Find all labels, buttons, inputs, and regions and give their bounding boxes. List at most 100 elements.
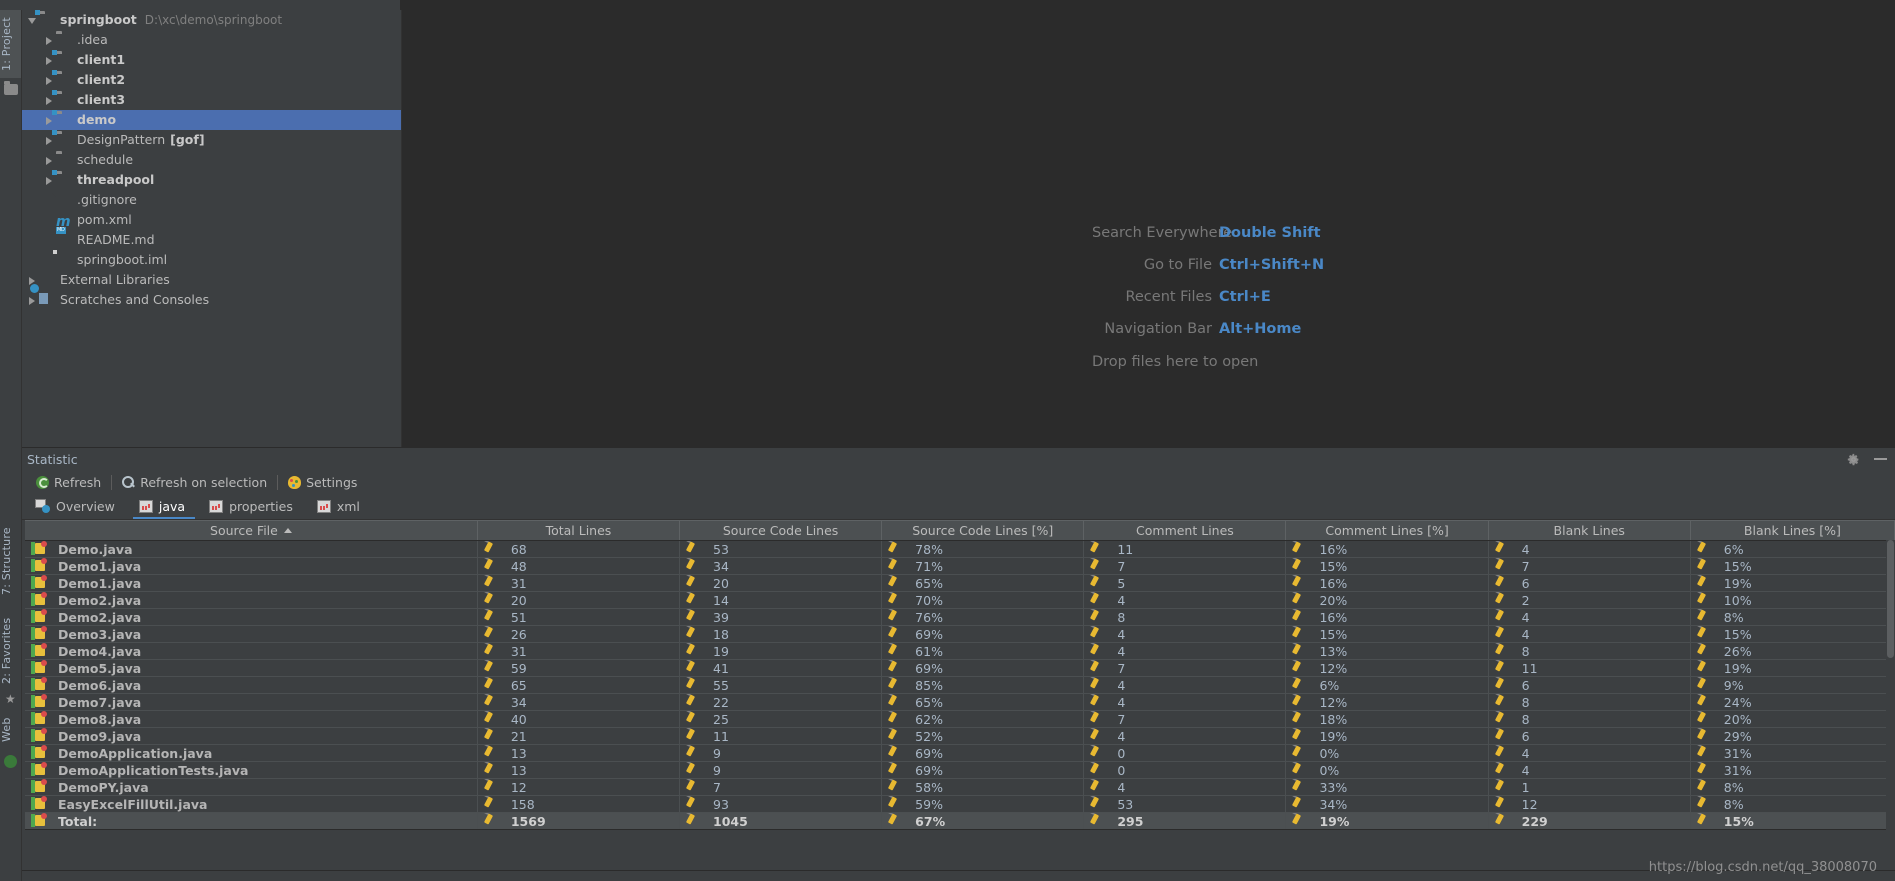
sidebar-item-structure[interactable]: 7: Structure (0, 522, 21, 600)
project-tree[interactable]: springboot D:\xc\demo\springboot .idea clie… (22, 10, 401, 310)
tree-item[interactable]: threadpool (22, 170, 401, 190)
table-vertical-scrollbar[interactable] (1886, 540, 1895, 848)
table-row[interactable]: Demo4.java 31 19 61% 4 13% 8 26% (25, 642, 1895, 660)
pencil-icon (1495, 728, 1511, 744)
table-row[interactable]: DemoPY.java 12 7 58% 4 33% 1 8% (25, 778, 1895, 796)
pencil-icon (1495, 796, 1511, 812)
statistic-refresh-on-selection-button[interactable]: Refresh on selection (113, 472, 276, 494)
gear-icon[interactable] (1847, 453, 1860, 466)
column-header-source-code-lines[interactable]: Source Code Lines [%] (881, 520, 1085, 541)
column-header-source-file[interactable]: Source File (25, 520, 478, 541)
project-folder-icon (4, 81, 18, 95)
tree-item[interactable]: client3 (22, 90, 401, 110)
table-row[interactable]: DemoApplication.java 13 9 69% 0 0% 4 31% (25, 744, 1895, 762)
tree-item[interactable]: springboot.iml (22, 250, 401, 270)
cell-text: 0 (1117, 745, 1126, 761)
table-row[interactable]: Demo.java 68 53 78% 11 16% 4 6% (25, 540, 1895, 558)
column-header-blank-lines[interactable]: Blank Lines [%] (1690, 520, 1895, 541)
tree-item[interactable]: springboot D:\xc\demo\springboot (22, 10, 401, 30)
table-horizontal-scrollbar[interactable] (0, 870, 1895, 881)
statistic-settings-button[interactable]: Settings (279, 472, 366, 494)
cell-text: 7 (1117, 660, 1126, 676)
tree-item[interactable]: schedule (22, 150, 401, 170)
statistic-titlebar: Statistic (0, 448, 1895, 470)
file-icon (56, 192, 72, 208)
cell-value: 48 (477, 557, 681, 575)
tree-item[interactable]: m pom.xml (22, 210, 401, 230)
table-row[interactable]: Demo9.java 21 11 52% 4 19% 6 29% (25, 727, 1895, 745)
pencil-icon (888, 575, 904, 591)
chart-icon (316, 499, 331, 513)
table-row[interactable]: Demo2.java 20 14 70% 4 20% 2 10% (25, 591, 1895, 609)
cell-value: 0 (1083, 744, 1287, 762)
tree-item[interactable]: Scratches and Consoles (22, 290, 401, 310)
cell-text: 51 (510, 609, 527, 625)
table-row[interactable]: Demo5.java 59 41 69% 7 12% 11 19% (25, 659, 1895, 677)
tab-java[interactable]: java (129, 496, 199, 519)
table-row[interactable]: EasyExcelFillUtil.java 158 93 59% 53 34% 12 8% (25, 795, 1895, 813)
table-row[interactable]: DemoApplicationTests.java 13 9 69% 0 0% 4 31% (25, 761, 1895, 779)
sidebar-item-project[interactable]: 1: Project (0, 10, 21, 78)
column-header-blank-lines[interactable]: Blank Lines (1488, 520, 1691, 541)
chevron-right-icon[interactable] (43, 30, 56, 50)
cell-text: 59% (915, 796, 943, 812)
pencil-icon (888, 677, 904, 693)
tab-properties[interactable]: properties (199, 496, 307, 519)
editor-hint-shortcut: Double Shift (1219, 225, 1321, 241)
tree-item[interactable]: client2 (22, 70, 401, 90)
cell-value: 8% (1690, 608, 1895, 626)
table-row[interactable]: Demo1.java 31 20 65% 5 16% 6 19% (25, 574, 1895, 592)
tree-item[interactable]: DesignPattern [gof] (22, 130, 401, 150)
pencil-icon (686, 541, 702, 557)
cell-value: 22 (679, 693, 883, 711)
folder-icon (56, 152, 72, 168)
pencil-icon (686, 814, 702, 829)
sidebar-item-web[interactable]: Web (0, 709, 21, 751)
cell-text: Demo4.java (58, 643, 142, 659)
pencil-icon (1697, 626, 1713, 642)
cell-text: 62% (915, 711, 943, 727)
tree-item[interactable]: External Libraries (22, 270, 401, 290)
pencil-icon (484, 728, 500, 744)
editor-hint-label: Search Everywhere (1092, 225, 1233, 241)
tree-item[interactable]: demo (22, 110, 401, 130)
tab-xml[interactable]: xml (307, 496, 374, 519)
table-row[interactable]: Demo3.java 26 18 69% 4 15% 4 15% (25, 625, 1895, 643)
cell-value: 76% (881, 608, 1085, 626)
pencil-icon (1090, 626, 1106, 642)
table-header-row[interactable]: Source File Total Lines Source Code Lines S… (25, 520, 1895, 541)
sidebar-item-favorites[interactable]: 2: Favorites (0, 612, 21, 690)
column-header-total-lines[interactable]: Total Lines (477, 520, 681, 541)
sort-ascending-icon (283, 528, 292, 533)
column-header-comment-lines[interactable]: Comment Lines (1083, 520, 1287, 541)
tree-item[interactable]: README.md (22, 230, 401, 250)
table-row[interactable]: Demo6.java 65 55 85% 4 6% 6 9% (25, 676, 1895, 694)
editor-empty-area: Search EverywhereDouble Shift Go to File C… (402, 10, 1895, 447)
table-body[interactable]: Demo.java 68 53 78% 11 16% 4 6% Demo1.java 48 34 71… (25, 540, 1895, 830)
cell-text: 6 (1521, 575, 1530, 591)
chevron-right-icon[interactable] (26, 290, 39, 310)
cell-text: 67% (915, 813, 946, 829)
cell-value: 69% (881, 625, 1085, 643)
tab-overview[interactable]: Overview (25, 496, 129, 519)
table-row[interactable]: Demo2.java 51 39 76% 8 16% 4 8% (25, 608, 1895, 626)
table-row[interactable]: Demo1.java 48 34 71% 7 15% 7 15% (25, 557, 1895, 575)
table-row[interactable]: Demo7.java 34 22 65% 4 12% 8 24% (25, 693, 1895, 711)
column-header-comment-lines[interactable]: Comment Lines [%] (1285, 520, 1489, 541)
cell-text: 71% (915, 558, 943, 574)
java-file-icon (31, 626, 47, 642)
cell-value: 4 (1083, 727, 1287, 745)
minimize-icon[interactable] (1874, 458, 1887, 460)
column-header-source-code-lines[interactable]: Source Code Lines (679, 520, 883, 541)
tree-item[interactable]: .gitignore (22, 190, 401, 210)
table-row[interactable]: Demo8.java 40 25 62% 7 18% 8 20% (25, 710, 1895, 728)
cell-value: 1045 (679, 812, 883, 830)
tree-item[interactable]: .idea (22, 30, 401, 50)
pencil-icon (1292, 779, 1308, 795)
statistic-refresh-button[interactable]: Refresh (27, 472, 110, 494)
chevron-right-icon[interactable] (43, 150, 56, 170)
tree-item[interactable]: client1 (22, 50, 401, 70)
pencil-icon (1697, 609, 1713, 625)
cell-text: DemoPY.java (58, 779, 149, 795)
tree-item-label: client1 (77, 52, 126, 67)
